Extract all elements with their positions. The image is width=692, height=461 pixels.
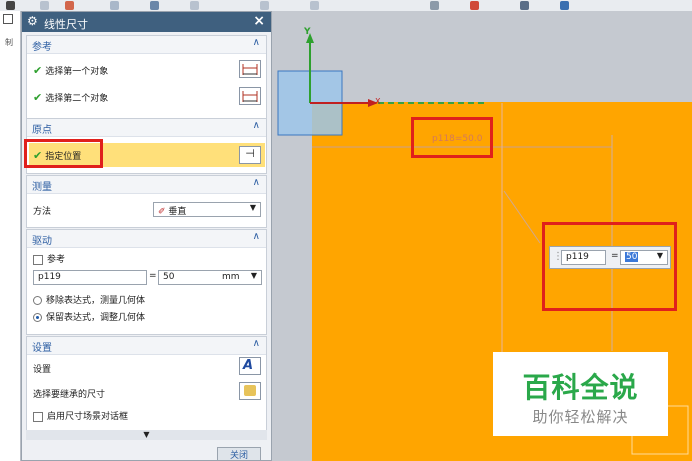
- chevron-down-icon[interactable]: ▼: [251, 271, 257, 280]
- method-dropdown[interactable]: ✐ 垂直 ▼: [153, 202, 261, 217]
- linear-dimension-dialog: ⚙ 线性尺寸 × 参考 ∧ ✔ 选择第一个对象 ✔ 选择第二个对象 原点 ∧ ✔ 指定…: [21, 11, 272, 461]
- chart-icon[interactable]: [470, 1, 479, 10]
- option-remove-row[interactable]: 移除表达式，测量几何体: [33, 293, 145, 306]
- dimension-select-icon: [242, 64, 258, 75]
- enable-dialog-checkbox[interactable]: [33, 411, 43, 422]
- expression-name-field[interactable]: p119: [33, 270, 147, 285]
- option-keep-row[interactable]: 保留表达式，调整几何体: [33, 310, 145, 323]
- watermark-box: 百科全说 助你轻松解决: [493, 352, 668, 436]
- cube-icon[interactable]: [560, 1, 569, 10]
- left-strip-label: 制: [5, 38, 13, 47]
- dialog-title-bar[interactable]: ⚙ 线性尺寸 ×: [22, 12, 271, 32]
- collapse-icon[interactable]: ∧: [253, 231, 260, 242]
- highlight-specify-location: [24, 139, 103, 168]
- select-second-object-button[interactable]: [239, 87, 261, 105]
- section-title: 原点: [32, 125, 52, 136]
- chevron-down-icon: ▼: [143, 430, 150, 439]
- inherit-button[interactable]: [239, 382, 261, 400]
- first-object-row[interactable]: ✔ 选择第一个对象: [33, 64, 108, 77]
- enable-dialog-label: 启用尺寸场景对话框: [47, 412, 129, 422]
- dialog-title: 线性尺寸: [44, 18, 88, 31]
- check-icon: ✔: [33, 64, 43, 77]
- section-header-drive[interactable]: 驱动 ∧: [27, 230, 266, 248]
- section-title: 驱动: [32, 236, 52, 247]
- radio-keep[interactable]: [33, 313, 42, 322]
- chevron-down-icon: ▼: [249, 203, 256, 212]
- watermark-subtitle: 助你轻松解决: [532, 408, 629, 426]
- enable-dialog-row[interactable]: 启用尺寸场景对话框: [33, 409, 128, 422]
- close-icon[interactable]: ×: [253, 13, 265, 29]
- close-button[interactable]: 关闭: [217, 447, 261, 460]
- section-header-origin[interactable]: 原点 ∧: [27, 119, 266, 137]
- select-icon[interactable]: [40, 1, 49, 10]
- expression-name-value: p119: [38, 272, 61, 282]
- section-reference: 参考 ∧ ✔ 选择第一个对象 ✔ 选择第二个对象: [26, 35, 267, 123]
- first-object-label: 选择第一个对象: [45, 67, 109, 77]
- section-settings: 设置 ∧ 设置 A 选择要继承的尺寸 启用尺寸场景对话框: [26, 336, 267, 434]
- view-icon[interactable]: [150, 1, 159, 10]
- section-title: 测量: [32, 182, 52, 193]
- perpendicular-icon: ✐: [158, 207, 166, 217]
- section-header-measure[interactable]: 测量 ∧: [27, 176, 266, 194]
- expression-value: 50: [163, 272, 175, 282]
- section-measure: 测量 ∧ 方法 ✐ 垂直 ▼: [26, 175, 267, 228]
- radio-remove[interactable]: [33, 296, 42, 305]
- snap-icon[interactable]: [65, 1, 74, 10]
- left-resource-strip: 制: [0, 11, 21, 461]
- leader-line: [503, 190, 541, 244]
- highlight-onscreen-input: [542, 222, 677, 311]
- window-icon[interactable]: [3, 14, 13, 24]
- more-options-bar[interactable]: ▼: [26, 430, 267, 440]
- settings-label: 设置: [33, 365, 52, 375]
- highlight-dimension-label: [411, 117, 493, 158]
- select-first-object-button[interactable]: [239, 60, 261, 78]
- collapse-icon[interactable]: ∧: [253, 338, 260, 349]
- reference-checkbox-label: 参考: [47, 255, 66, 265]
- settings-button[interactable]: A: [239, 357, 261, 375]
- second-object-label: 选择第二个对象: [45, 94, 109, 104]
- section-header-reference[interactable]: 参考 ∧: [27, 36, 266, 54]
- text-style-icon: A: [243, 358, 254, 373]
- method-label: 方法: [33, 207, 52, 217]
- check-icon: ✔: [33, 91, 43, 104]
- reference-checkbox-row[interactable]: 参考: [33, 252, 65, 265]
- method-value: 垂直: [168, 207, 187, 217]
- collapse-icon[interactable]: ∧: [253, 120, 260, 131]
- reference-checkbox[interactable]: [33, 254, 43, 265]
- axis-y-label: Y: [304, 27, 311, 37]
- watermark-title: 百科全说: [522, 371, 639, 404]
- unit-label: mm: [222, 272, 240, 282]
- dimension-select-icon: [242, 91, 258, 102]
- inherit-label: 选择要继承的尺寸: [33, 390, 106, 400]
- arc-icon[interactable]: [260, 1, 269, 10]
- second-object-row[interactable]: ✔ 选择第二个对象: [33, 91, 108, 104]
- inherit-icon: [244, 385, 256, 396]
- equals-sign: =: [149, 271, 157, 281]
- table-icon[interactable]: [430, 1, 439, 10]
- dropdown-icon[interactable]: [6, 1, 15, 10]
- line-icon[interactable]: [190, 1, 199, 10]
- collapse-icon[interactable]: ∧: [253, 37, 260, 48]
- section-title: 参考: [32, 42, 52, 53]
- option-remove-label: 移除表达式，测量几何体: [46, 296, 146, 306]
- origin-tool-icon[interactable]: ⊣: [239, 146, 261, 164]
- tools-icon[interactable]: [520, 1, 529, 10]
- section-header-settings[interactable]: 设置 ∧: [27, 337, 266, 355]
- expression-value-field[interactable]: 50 mm ▼: [158, 270, 262, 285]
- grid-icon[interactable]: [110, 1, 119, 10]
- circle-icon[interactable]: [310, 1, 319, 10]
- gear-icon: ⚙: [27, 14, 38, 28]
- axis-x-label: X: [375, 97, 381, 106]
- collapse-icon[interactable]: ∧: [253, 177, 260, 188]
- option-keep-label: 保留表达式，调整几何体: [46, 313, 146, 323]
- section-drive: 驱动 ∧ 参考 p119 = 50 mm ▼ 移除表达式，测量几何体 保留表达式…: [26, 229, 267, 335]
- section-title: 设置: [32, 343, 52, 354]
